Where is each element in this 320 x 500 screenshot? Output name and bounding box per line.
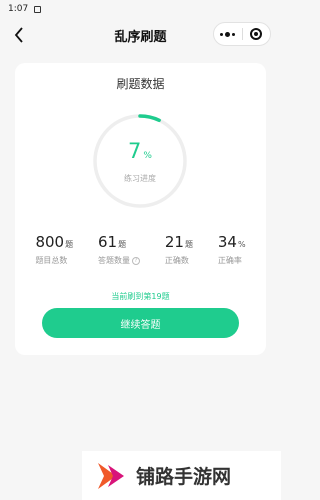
continue-button[interactable]: 继续答题	[42, 308, 239, 338]
nav-bar: 乱序刷题	[0, 18, 281, 52]
back-icon	[14, 27, 23, 43]
stat-total: 800 题 题目总数	[35, 233, 73, 266]
stats-row: 800 题 题目总数 61 题 答题数量 ? 21 题 正确数 34 % 正确率	[15, 233, 266, 266]
stat-value: 800	[35, 233, 65, 251]
watermark: 铺路手游网	[82, 451, 281, 500]
stat-label: 正确数	[164, 256, 189, 265]
progress-value: 7	[128, 138, 142, 163]
stat-unit: 题	[184, 240, 193, 249]
status-bar: 1:07	[0, 0, 281, 18]
stat-label: 正确率	[217, 256, 242, 265]
progress-label: 练习进度	[124, 173, 156, 183]
more-button[interactable]	[214, 23, 242, 45]
help-icon[interactable]: ?	[131, 256, 140, 265]
stats-card: 刷题数据 7% 练习进度 800 题 题目总数 61 题 答题数量 ? 21 题…	[15, 63, 266, 355]
stat-label: 答题数量 ?	[98, 255, 140, 266]
stat-value: 21	[164, 233, 184, 251]
more-dots-icon	[220, 31, 236, 37]
stat-unit: 题	[118, 240, 127, 249]
page-title: 乱序刷题	[114, 29, 167, 45]
stat-accuracy: 34 % 正确率	[218, 233, 246, 266]
current-position-text: 当前刷到第19题	[111, 292, 170, 301]
progress-center: 7% 练习进度	[90, 111, 190, 211]
stat-correct: 21 题 正确数	[165, 233, 193, 266]
close-button[interactable]	[243, 23, 271, 45]
stat-label: 题目总数	[35, 256, 68, 265]
back-button[interactable]	[10, 25, 28, 45]
status-time: 1:07	[8, 4, 29, 14]
watermark-text: 铺路手游网	[136, 466, 232, 488]
mini-program-capsule	[213, 22, 271, 46]
watermark-logo	[98, 462, 124, 489]
stat-unit: 题	[65, 240, 74, 249]
close-target-icon	[250, 28, 263, 40]
sim-icon	[34, 5, 42, 13]
stat-unit: %	[237, 240, 246, 249]
stat-value: 61	[97, 233, 118, 251]
stat-answered: 61 题 答题数量 ?	[98, 233, 140, 266]
progress-unit: %	[143, 150, 152, 161]
stat-value: 34	[217, 233, 237, 251]
card-title: 刷题数据	[116, 77, 165, 91]
